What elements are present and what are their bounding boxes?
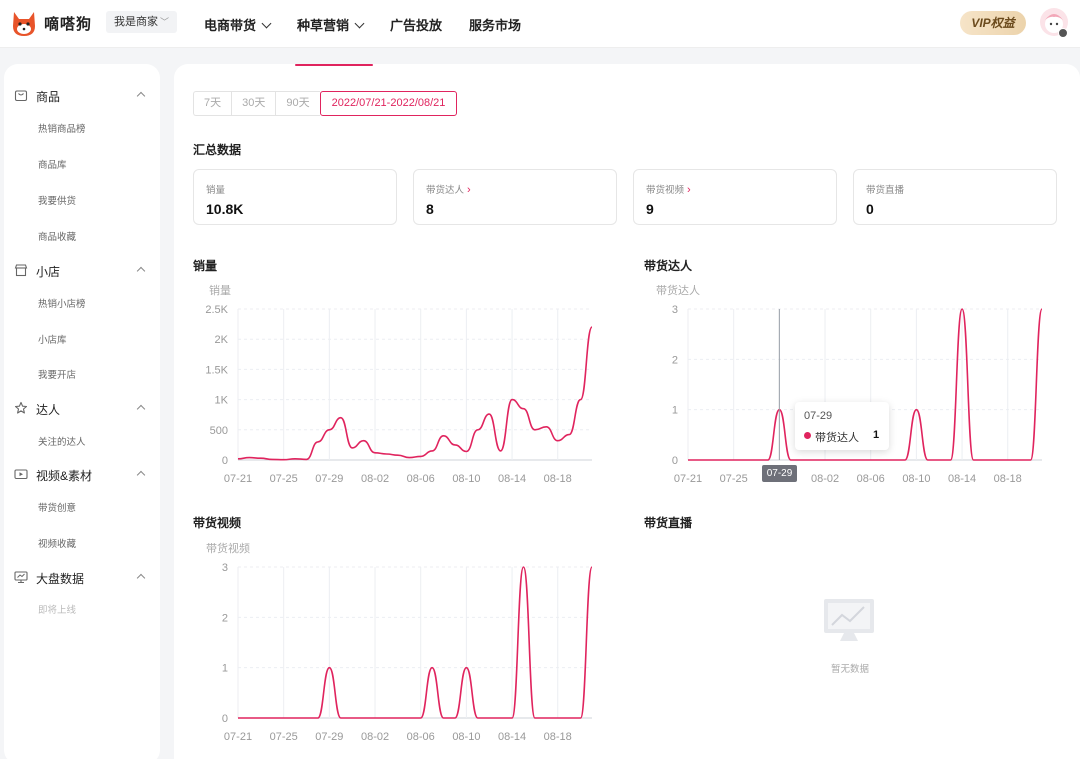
x-tick-label: 08-02	[361, 731, 389, 743]
empty-state-text: 暂无数据	[831, 664, 870, 675]
x-tick-label: 07-25	[270, 731, 298, 743]
tooltip-date: 07-29	[804, 410, 833, 422]
y-tick-label: 2	[222, 612, 228, 624]
x-tick-label: 08-18	[544, 731, 572, 743]
x-tick-label: 07-29	[315, 731, 343, 743]
series-line	[238, 566, 593, 719]
empty-chart-icon	[824, 599, 874, 641]
x-tick-label: 07-21	[224, 731, 252, 743]
videos-chart[interactable]: 带货视频 0 1 2 3 07-21 07-25 07-29 08-02 08-06 08-10 08…	[0, 0, 1080, 759]
y-axis-title: 带货视频	[206, 541, 250, 555]
tooltip-series: 带货达人	[815, 432, 859, 444]
chart-tooltip: 07-29 带货达人 1	[795, 402, 889, 450]
y-tick-label: 0	[222, 713, 228, 725]
tooltip-value: 1	[873, 429, 880, 441]
y-tick-label: 3	[222, 562, 228, 574]
x-tick-label: 08-06	[407, 731, 435, 743]
axis-pointer-label: 07-29	[762, 465, 797, 482]
x-tick-label: 08-14	[498, 731, 526, 743]
y-tick-label: 1	[222, 663, 228, 675]
series-dot-icon	[804, 432, 811, 439]
x-tick-label: 08-10	[452, 731, 480, 743]
